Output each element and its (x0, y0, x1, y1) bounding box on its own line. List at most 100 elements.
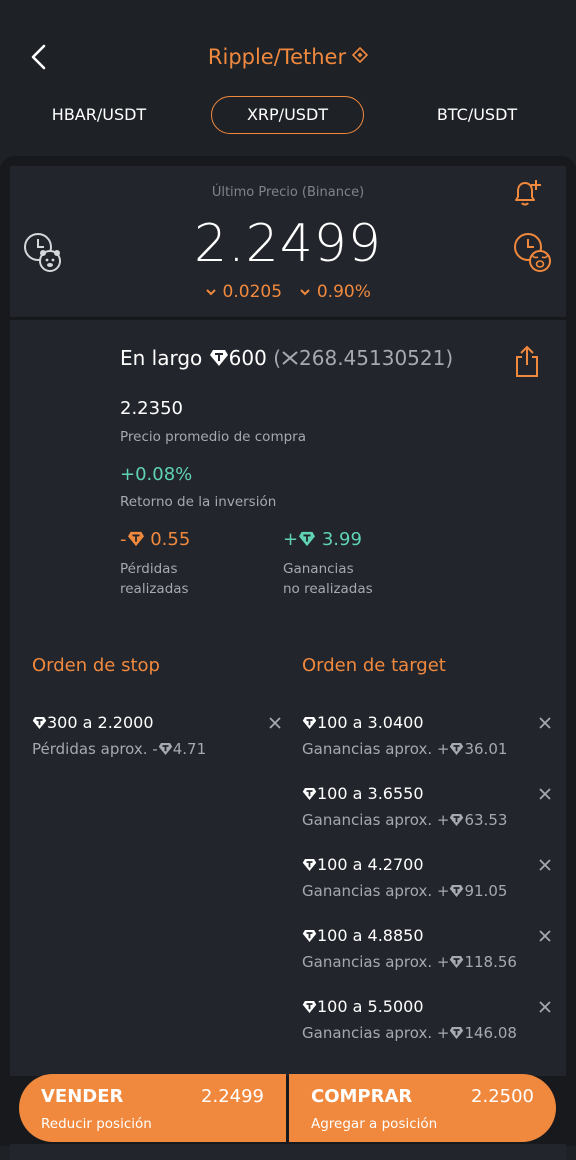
arrow-down-icon (300, 289, 311, 296)
order-summary: 100 a 4.8850 (302, 926, 552, 947)
tether-icon (32, 715, 47, 734)
avg-price-label: Precio promedio de compra (120, 429, 306, 445)
unrealized-label-line2: no realizadas (283, 581, 373, 597)
roi-label: Retorno de la inversión (120, 494, 277, 510)
sell-subtitle: Reducir posición (41, 1116, 152, 1132)
change-pct-value: 0.90% (316, 282, 371, 302)
target-order-item: 100 a 5.5000 Ganancias aprox. + 146.08 (302, 997, 552, 1044)
change-abs-value: 0.0205 (222, 282, 283, 302)
close-icon (538, 999, 552, 1018)
order-estimate: Pérdidas aprox. - 4.71 (32, 740, 282, 760)
bear-clock-icon (24, 233, 61, 272)
order-estimate-value: 36.01 (464, 740, 508, 758)
change-abs: 0.0205 (205, 282, 282, 302)
cancel-order-button[interactable] (538, 786, 552, 800)
order-summary: 100 a 5.5000 (302, 997, 552, 1018)
cancel-order-button[interactable] (538, 715, 552, 729)
realized-pnl: - 0.55 (120, 529, 190, 552)
last-price-label: Último Precio (Binance) (211, 185, 365, 200)
pair-tabs: HBAR/USDT XRP/USDT BTC/USDT (0, 96, 576, 134)
target-order-item: 100 a 4.8850 Ganancias aprox. + 118.56 (302, 926, 552, 973)
tether-icon (298, 531, 316, 552)
target-order-item: 100 a 4.2700 Ganancias aprox. + 91.05 (302, 855, 552, 902)
order-estimate-value: 146.08 (464, 1024, 517, 1042)
price-alert-button[interactable] (510, 176, 544, 214)
order-summary: 300 a 2.2000 (32, 713, 282, 734)
order-estimate-value: 63.53 (464, 811, 508, 829)
binance-icon (351, 44, 369, 68)
order-summary: 100 a 3.0400 (302, 713, 552, 734)
cancel-order-button[interactable] (538, 928, 552, 942)
bull-alarm-button[interactable] (512, 230, 554, 278)
order-line: 100 a 4.2700 (317, 855, 424, 874)
tether-icon (302, 928, 317, 947)
close-icon (538, 928, 552, 947)
target-orders-title: Orden de target (302, 655, 446, 676)
cancel-order-button[interactable] (538, 999, 552, 1013)
sell-price: 2.2499 (201, 1086, 264, 1107)
stop-order-item: 300 a 2.2000 Pérdidas aprox. - 4.71 (32, 713, 282, 760)
order-summary: 100 a 4.2700 (302, 855, 552, 876)
tab-xrp-usdt[interactable]: XRP/USDT (211, 96, 364, 134)
buy-label: COMPRAR (311, 1086, 413, 1107)
target-order-item: 100 a 3.6550 Ganancias aprox. + 63.53 (302, 784, 552, 831)
realized-label: Pérdidas realizadas (120, 559, 189, 599)
order-estimate: Ganancias aprox. + 63.53 (302, 811, 552, 831)
bottom-panel-edge (10, 1144, 566, 1160)
order-line: 300 a 2.2000 (47, 713, 154, 732)
position-amount-xrp: 268.45130521 (299, 346, 446, 370)
page-title[interactable]: Ripple/Tether (0, 44, 576, 69)
order-estimate: Ganancias aprox. + 91.05 (302, 882, 552, 902)
tether-icon (449, 884, 464, 902)
target-order-item: 100 a 3.0400 Ganancias aprox. + 36.01 (302, 713, 552, 760)
order-estimate: Ganancias aprox. + 146.08 (302, 1024, 552, 1044)
tether-icon (449, 742, 464, 760)
realized-value: 0.55 (150, 529, 191, 550)
buy-button[interactable]: COMPRAR 2.2500 Agregar a posición (289, 1074, 556, 1142)
cancel-order-button[interactable] (268, 715, 282, 729)
last-price-value: 2.2499 (194, 214, 382, 274)
bull-clock-icon (514, 233, 551, 272)
realized-label-line2: realizadas (120, 581, 189, 597)
price-change: 0.0205 0.90% (0, 282, 576, 302)
tether-icon (302, 857, 317, 876)
tether-icon (127, 531, 145, 552)
order-summary: 100 a 3.6550 (302, 784, 552, 805)
tab-hbar-usdt[interactable]: HBAR/USDT (30, 96, 168, 134)
share-icon (516, 345, 538, 377)
order-estimate: Ganancias aprox. + 118.56 (302, 953, 552, 973)
position-side: En largo (120, 346, 203, 370)
unrealized-sign: + (283, 529, 299, 550)
page-title-text: Ripple/Tether (207, 45, 347, 69)
order-estimate-prefix: Ganancias aprox. + (302, 882, 450, 900)
sell-button[interactable]: VENDER 2.2499 Reducir posición (19, 1074, 286, 1142)
tab-btc-usdt[interactable]: BTC/USDT (408, 96, 546, 134)
xrp-icon (282, 351, 298, 365)
cancel-order-button[interactable] (538, 857, 552, 871)
order-estimate-value: 118.56 (464, 953, 517, 971)
order-estimate-prefix: Ganancias aprox. + (302, 1024, 450, 1042)
close-icon (538, 715, 552, 734)
unrealized-label-line1: Ganancias (283, 561, 354, 577)
close-icon (538, 786, 552, 805)
bear-alarm-button[interactable] (22, 230, 64, 278)
position-amount: 600 (228, 346, 267, 370)
unrealized-label: Ganancias no realizadas (283, 559, 373, 599)
share-button[interactable] (514, 344, 540, 382)
order-estimate: Ganancias aprox. + 36.01 (302, 740, 552, 760)
close-icon (268, 715, 282, 734)
order-estimate-prefix: Ganancias aprox. + (302, 740, 450, 758)
tether-icon (449, 813, 464, 831)
avg-price-value: 2.2350 (120, 398, 183, 419)
order-line: 100 a 5.5000 (317, 997, 424, 1016)
order-estimate-prefix: Ganancias aprox. + (302, 953, 450, 971)
roi-value: +0.08% (120, 464, 193, 485)
order-estimate-value: 4.71 (172, 740, 207, 758)
change-pct: 0.90% (299, 282, 371, 302)
stop-orders-title: Orden de stop (32, 655, 160, 676)
tether-icon (209, 348, 229, 372)
order-line: 100 a 3.6550 (317, 784, 424, 803)
tether-icon (302, 786, 317, 805)
position-summary: En largo 600 (268.45130521) (120, 346, 454, 372)
sell-label: VENDER (41, 1086, 124, 1107)
